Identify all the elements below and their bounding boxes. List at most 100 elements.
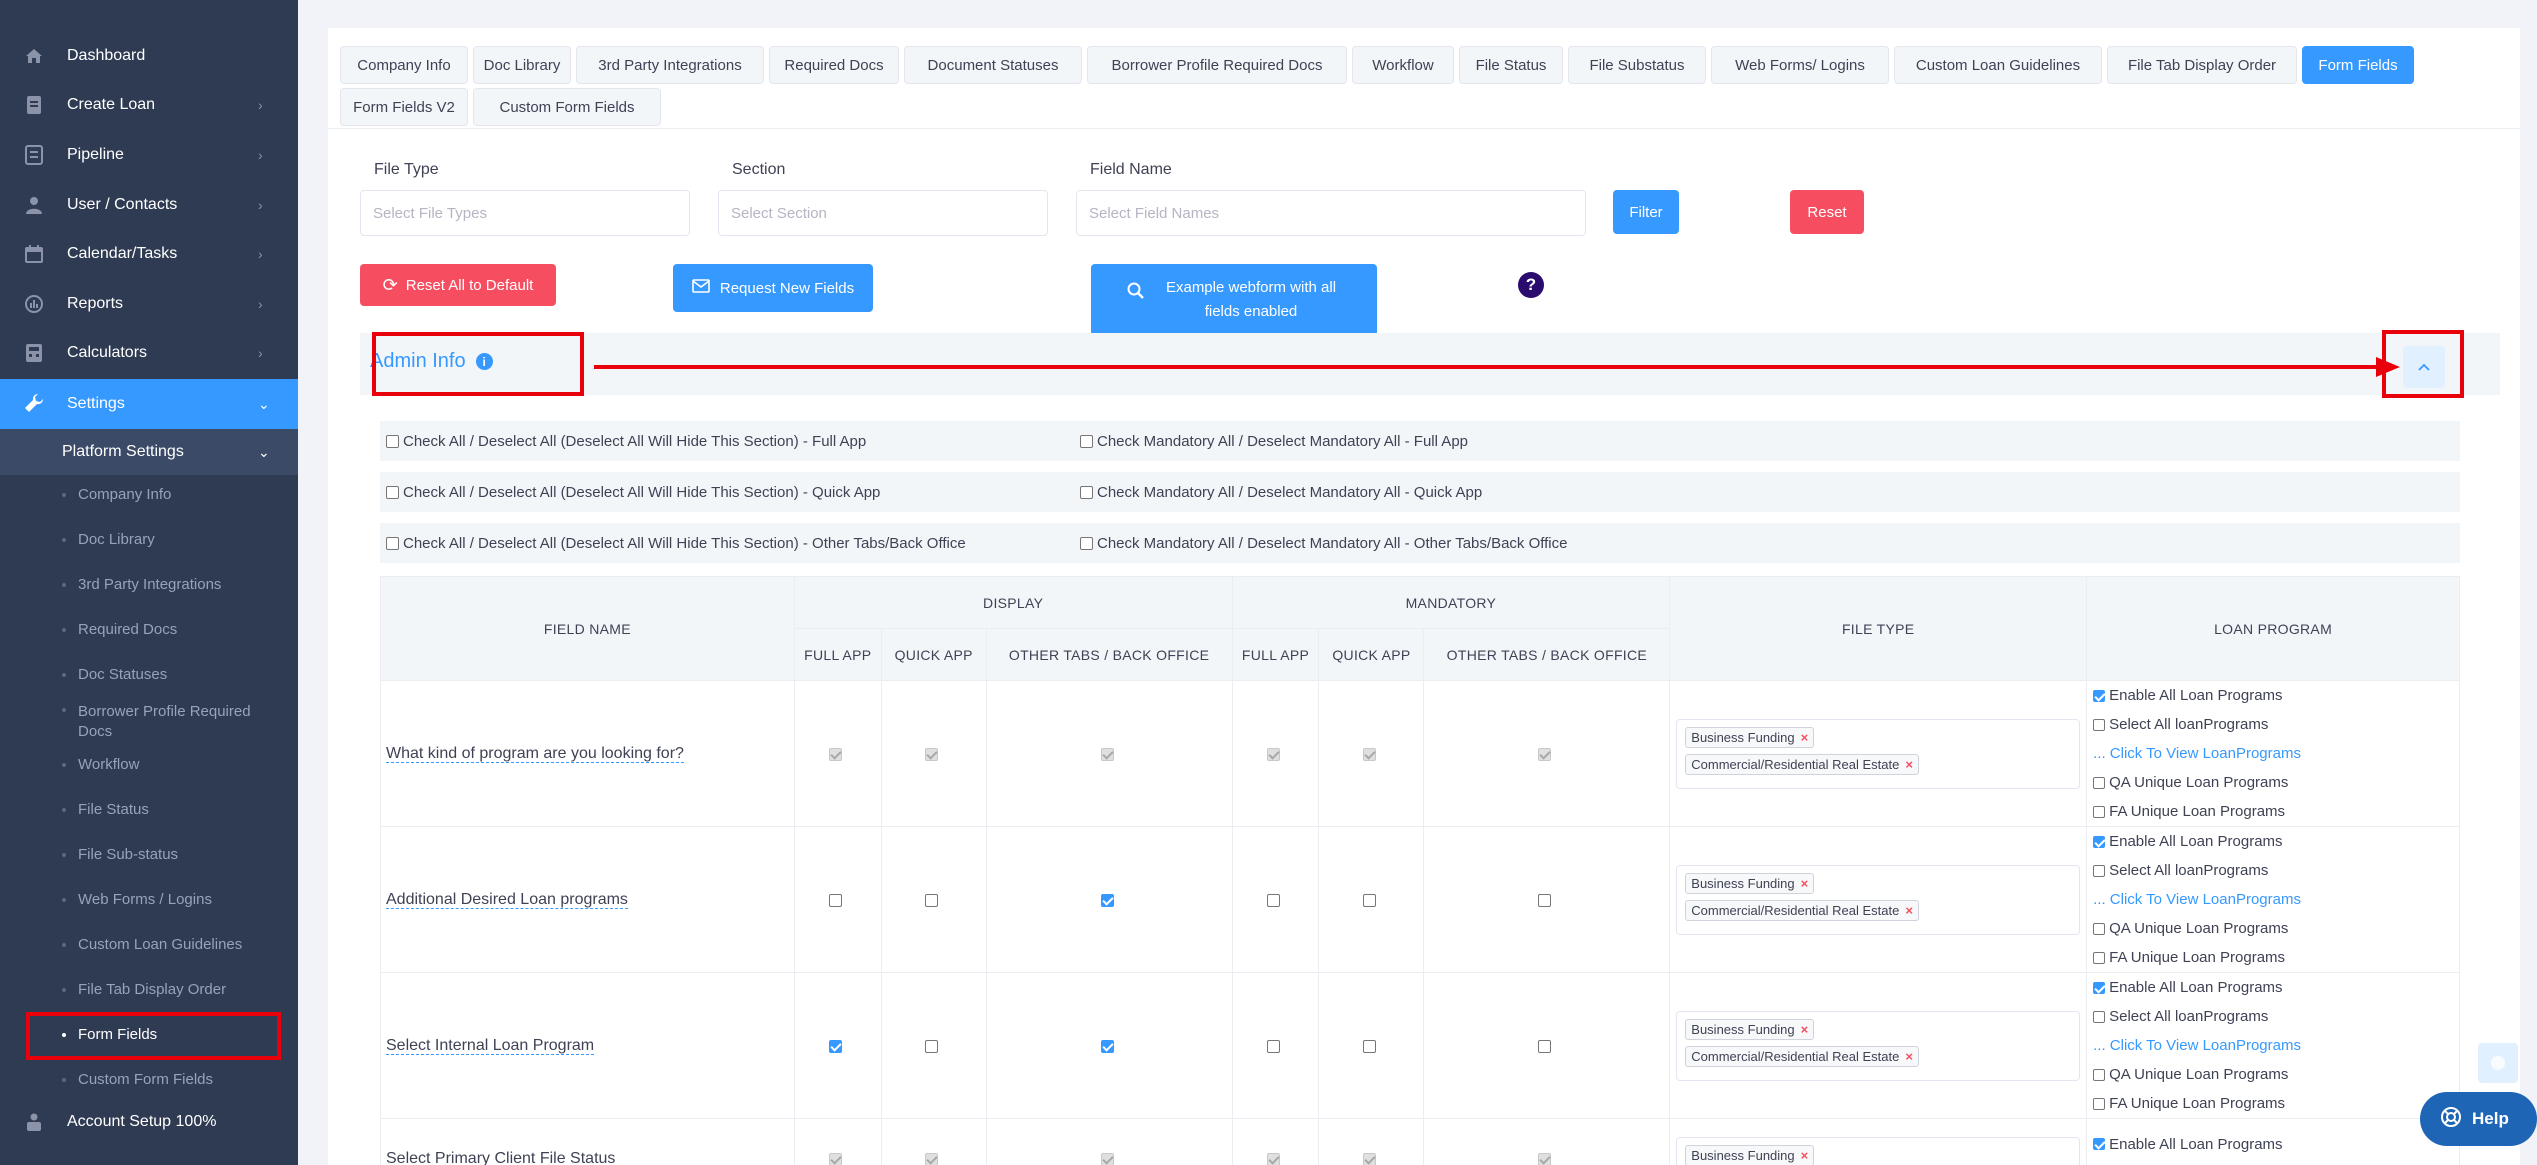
checkbox[interactable] [2093, 718, 2106, 731]
sidebar-item-create-loan[interactable]: Create Loan › [0, 81, 298, 129]
sidebar-item-user-contacts[interactable]: User / Contacts › [0, 181, 298, 229]
fa-unique-loan-programs[interactable]: FA Unique Loan Programs [2093, 797, 2459, 826]
bulk-check-all-other-tabs[interactable]: Check All / Deselect All (Deselect All W… [386, 535, 966, 552]
tab-workflow[interactable]: Workflow [1352, 46, 1454, 84]
sidebar-child-file-status[interactable]: File Status [0, 790, 298, 830]
tab-file-status[interactable]: File Status [1459, 46, 1563, 84]
sidebar-child-custom-form-fields[interactable]: Custom Form Fields [0, 1060, 298, 1100]
sidebar-child-workflow[interactable]: Workflow [0, 745, 298, 785]
bulk-check-all-quick-app[interactable]: Check All / Deselect All (Deselect All W… [386, 484, 880, 501]
checkbox[interactable] [2093, 776, 2106, 789]
tab-form-fields[interactable]: Form Fields [2302, 46, 2414, 84]
remove-icon[interactable]: × [1801, 730, 1809, 745]
checkbox[interactable] [2093, 864, 2106, 877]
tab-form-fields-v2[interactable]: Form Fields V2 [340, 88, 468, 126]
checkbox[interactable] [2093, 1097, 2106, 1110]
sidebar-child-custom-loan-guidelines[interactable]: Custom Loan Guidelines [0, 925, 298, 965]
sidebar-child-company-info[interactable]: Company Info [0, 475, 298, 515]
field-name-text[interactable]: Select Internal Loan Program [386, 1036, 595, 1055]
select-all-loan-programs[interactable]: Select All loanPrograms [2093, 856, 2459, 885]
tab-company-info[interactable]: Company Info [340, 46, 468, 84]
field-name-select[interactable]: Select Field Names [1076, 190, 1586, 236]
bulk-mandatory-quick-app[interactable]: Check Mandatory All / Deselect Mandatory… [1080, 484, 1482, 501]
tab-custom-loan-guidelines[interactable]: Custom Loan Guidelines [1894, 46, 2102, 84]
file-type-multiselect[interactable]: Business Funding × Commercial/Residential … [1676, 718, 2081, 789]
display-checkbox[interactable] [1100, 1040, 1114, 1054]
sidebar-child-borrower-profile[interactable]: Borrower Profile Required Docs [0, 700, 298, 744]
tab-borrower-profile[interactable]: Borrower Profile Required Docs [1087, 46, 1347, 84]
enable-all-loan-programs[interactable]: Enable All Loan Programs [2093, 1130, 2459, 1159]
select-all-loan-programs[interactable]: Select All loanPrograms [2093, 1002, 2459, 1031]
qa-unique-loan-programs[interactable]: QA Unique Loan Programs [2093, 1060, 2459, 1089]
mandatory-checkbox[interactable] [1362, 894, 1376, 908]
file-type-multiselect[interactable]: Business Funding × Commercial/Residential … [1676, 1010, 2081, 1081]
sidebar-item-reports[interactable]: Reports › [0, 280, 298, 328]
enable-all-loan-programs[interactable]: Enable All Loan Programs [2093, 973, 2459, 1002]
mandatory-checkbox[interactable] [1362, 1040, 1376, 1054]
mandatory-checkbox[interactable] [1538, 1040, 1552, 1054]
view-loan-programs-link[interactable]: ... Click To View LoanPrograms [2093, 739, 2459, 768]
sidebar-item-pipeline[interactable]: Pipeline › [0, 131, 298, 179]
sidebar-item-account-setup[interactable]: Account Setup 100% [0, 1098, 298, 1146]
mandatory-checkbox[interactable] [1538, 894, 1552, 908]
checkbox[interactable] [2093, 805, 2106, 818]
bulk-mandatory-full-app[interactable]: Check Mandatory All / Deselect Mandatory… [1080, 433, 1468, 450]
file-type-select[interactable]: Select File Types [360, 190, 690, 236]
checkbox[interactable] [2093, 922, 2106, 935]
view-loan-programs-link[interactable]: ... Click To View LoanPrograms [2093, 1031, 2459, 1060]
sidebar-item-dashboard[interactable]: Dashboard [0, 32, 298, 80]
checkbox[interactable] [1080, 537, 1093, 550]
remove-icon[interactable]: × [1905, 1049, 1913, 1064]
select-all-loan-programs[interactable]: Select All loanPrograms [2093, 1159, 2459, 1165]
tab-web-forms[interactable]: Web Forms/ Logins [1711, 46, 1889, 84]
tab-3rd-party[interactable]: 3rd Party Integrations [576, 46, 764, 84]
filter-button[interactable]: Filter [1613, 190, 1679, 234]
help-widget-button[interactable]: Help [2420, 1092, 2537, 1146]
request-new-fields-button[interactable]: Request New Fields [673, 264, 873, 312]
bulk-check-all-full-app[interactable]: Check All / Deselect All (Deselect All W… [386, 433, 866, 450]
sidebar-child-file-tab-order[interactable]: File Tab Display Order [0, 970, 298, 1010]
checkbox[interactable] [1080, 486, 1093, 499]
fa-unique-loan-programs[interactable]: FA Unique Loan Programs [2093, 943, 2459, 972]
sidebar-child-file-substatus[interactable]: File Sub-status [0, 835, 298, 875]
help-question-icon[interactable]: ? [1518, 272, 1544, 298]
qa-unique-loan-programs[interactable]: QA Unique Loan Programs [2093, 768, 2459, 797]
tab-document-statuses[interactable]: Document Statuses [904, 46, 1082, 84]
tab-file-tab-order[interactable]: File Tab Display Order [2107, 46, 2297, 84]
section-header[interactable] [360, 333, 2500, 395]
checkbox[interactable] [2093, 1010, 2106, 1023]
field-name-text[interactable]: What kind of program are you looking for… [386, 744, 684, 763]
display-checkbox[interactable] [925, 1040, 939, 1054]
file-type-multiselect[interactable]: Business Funding × [1676, 1136, 2081, 1165]
tab-required-docs[interactable]: Required Docs [769, 46, 899, 84]
checkbox[interactable] [2093, 835, 2106, 848]
select-all-loan-programs[interactable]: Select All loanPrograms [2093, 710, 2459, 739]
sidebar-child-doc-library[interactable]: Doc Library [0, 520, 298, 560]
view-loan-programs-link[interactable]: ... Click To View LoanPrograms [2093, 885, 2459, 914]
bulk-mandatory-other-tabs[interactable]: Check Mandatory All / Deselect Mandatory… [1080, 535, 1568, 552]
sidebar-child-required-docs[interactable]: Required Docs [0, 610, 298, 650]
qa-unique-loan-programs[interactable]: QA Unique Loan Programs [2093, 914, 2459, 943]
tab-custom-form-fields[interactable]: Custom Form Fields [473, 88, 661, 126]
tab-doc-library[interactable]: Doc Library [473, 46, 571, 84]
sidebar-child-doc-statuses[interactable]: Doc Statuses [0, 655, 298, 695]
checkbox[interactable] [2093, 1068, 2106, 1081]
remove-icon[interactable]: × [1801, 1022, 1809, 1037]
reset-all-default-button[interactable]: ⟳ Reset All to Default [360, 264, 556, 306]
field-name-text[interactable]: Additional Desired Loan programs [386, 890, 628, 909]
fa-unique-loan-programs[interactable]: FA Unique Loan Programs [2093, 1089, 2459, 1118]
enable-all-loan-programs[interactable]: Enable All Loan Programs [2093, 827, 2459, 856]
tab-file-substatus[interactable]: File Substatus [1568, 46, 1706, 84]
section-select[interactable]: Select Section [718, 190, 1048, 236]
sidebar-item-platform-settings[interactable]: Platform Settings ⌄ [0, 429, 298, 475]
checkbox[interactable] [2093, 951, 2106, 964]
checkbox[interactable] [386, 486, 399, 499]
remove-icon[interactable]: × [1801, 876, 1809, 891]
example-webform-button[interactable]: Example webform with all fields enabled [1091, 264, 1377, 336]
mandatory-checkbox[interactable] [1266, 1040, 1280, 1054]
display-checkbox[interactable] [925, 894, 939, 908]
mandatory-checkbox[interactable] [1266, 894, 1280, 908]
sidebar-item-calculators[interactable]: Calculators › [0, 329, 298, 377]
field-name-text[interactable]: Select Primary Client File Status [386, 1149, 616, 1165]
remove-icon[interactable]: × [1801, 1148, 1809, 1163]
